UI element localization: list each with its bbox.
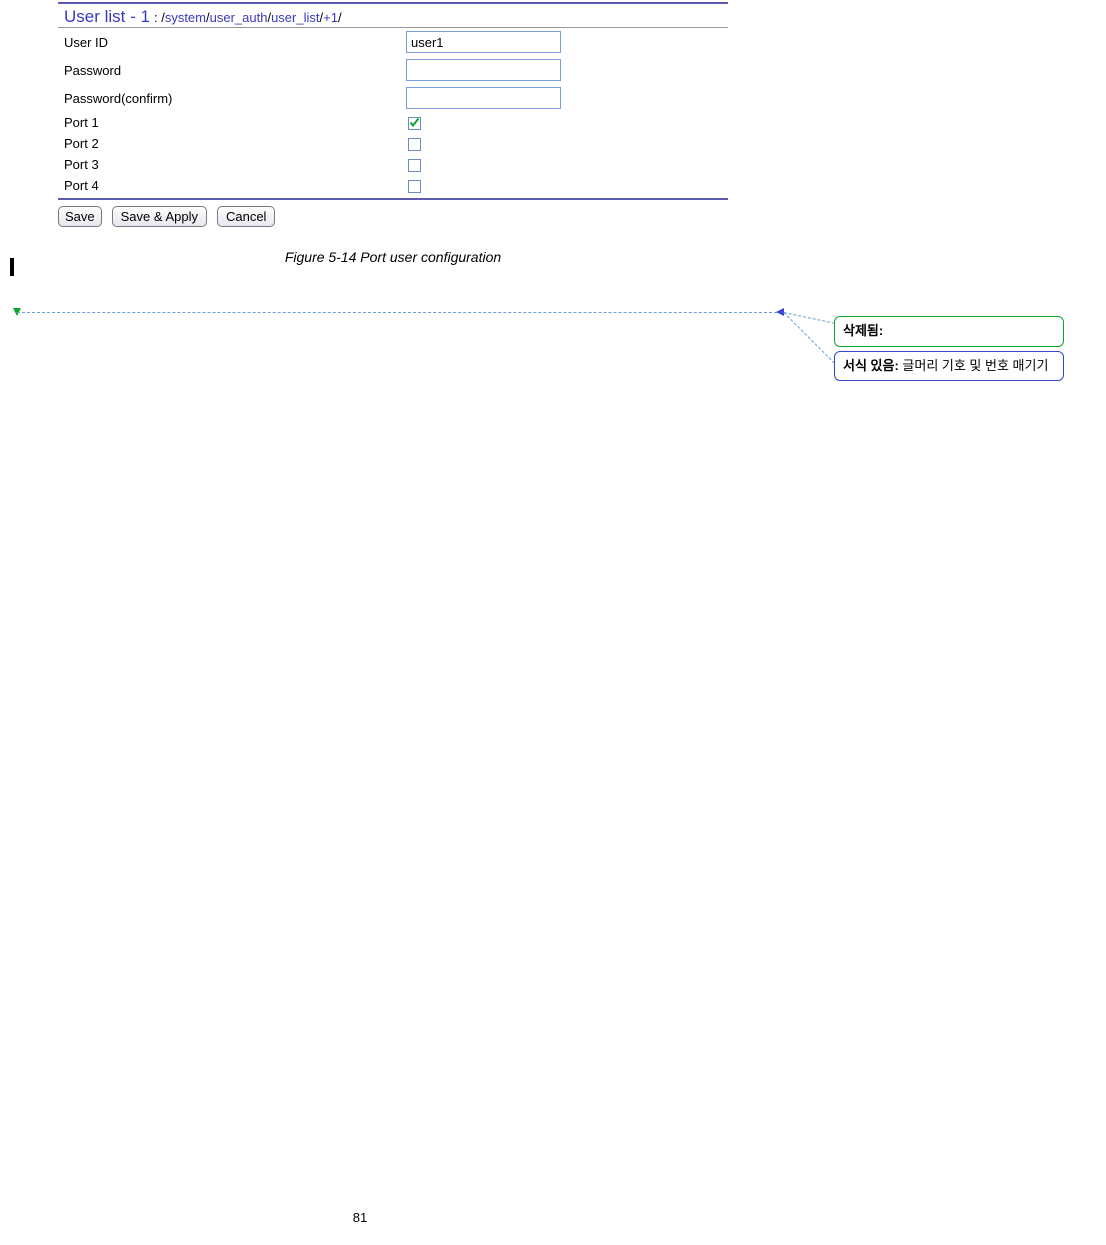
row-port4: Port 4 [58,175,728,196]
row-password-confirm: Password(confirm) [58,84,728,112]
main-content: User list - 1 : /system/user_auth/user_l… [58,0,728,265]
breadcrumb-part-0[interactable]: system [165,10,206,25]
checkmark-icon [409,117,420,128]
port4-checkbox[interactable] [408,180,421,193]
callout-format-label: 서식 있음: [843,358,899,373]
label-password: Password [58,56,400,84]
row-password: Password [58,56,728,84]
label-password-confirm: Password(confirm) [58,84,400,112]
save-apply-button[interactable]: Save & Apply [112,206,207,227]
label-port2: Port 2 [58,133,400,154]
form-table: User ID Password Password(confirm) Port … [58,28,728,196]
callout-deleted: 삭제됨: [834,316,1064,347]
save-button[interactable]: Save [58,206,102,227]
breadcrumb-part-1[interactable]: user_auth [210,10,268,25]
user-id-input[interactable] [406,31,561,53]
password-confirm-input[interactable] [406,87,561,109]
breadcrumb-prefix: : / [154,10,165,25]
panel-title: User list - 1 [64,7,150,27]
port2-checkbox[interactable] [408,138,421,151]
label-port3: Port 3 [58,154,400,175]
row-user-id: User ID [58,28,728,56]
revision-connector-line [17,312,782,313]
callout-format: 서식 있음: 글머리 기호 및 번호 매기기 [834,351,1064,382]
label-port4: Port 4 [58,175,400,196]
figure-caption: Figure 5-14 Port user configuration [58,249,728,265]
row-port1: Port 1 [58,112,728,133]
panel-header: User list - 1 : /system/user_auth/user_l… [58,4,728,28]
revision-bar [10,258,14,276]
breadcrumb-part-2[interactable]: user_list [271,10,319,25]
callout-format-text: 글머리 기호 및 번호 매기기 [899,358,1049,373]
callout-deleted-label: 삭제됨: [843,323,883,338]
label-port1: Port 1 [58,112,400,133]
breadcrumb-part-3[interactable]: +1 [323,10,338,25]
password-input[interactable] [406,59,561,81]
port3-checkbox[interactable] [408,159,421,172]
cancel-button[interactable]: Cancel [217,206,275,227]
page-number: 81 [0,1210,720,1225]
breadcrumb-sep: / [338,10,342,25]
row-port2: Port 2 [58,133,728,154]
row-port3: Port 3 [58,154,728,175]
label-user-id: User ID [58,28,400,56]
port1-checkbox[interactable] [408,117,421,130]
button-row: Save Save & Apply Cancel [58,200,728,227]
breadcrumb: : /system/user_auth/user_list/+1/ [154,10,342,25]
revision-callouts: 삭제됨: 서식 있음: 글머리 기호 및 번호 매기기 [834,316,1064,385]
